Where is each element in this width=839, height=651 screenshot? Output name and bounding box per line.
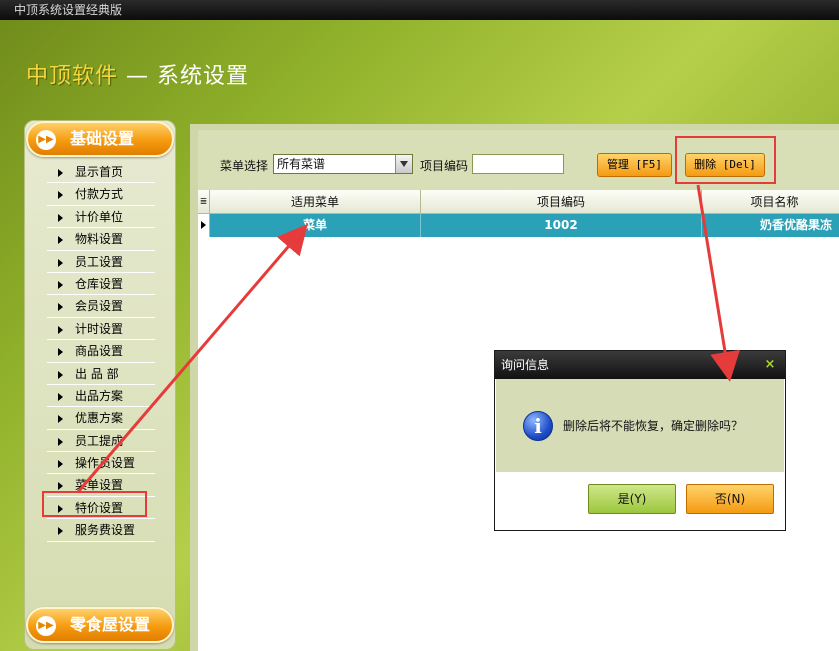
sidebar-menu: 显示首页 付款方式 计价单位 物料设置 员工设置 仓库设置 会员设置 计时设置 …	[47, 161, 155, 542]
manage-button[interactable]: 管理 [F5]	[597, 153, 672, 177]
title-separator: —	[126, 64, 150, 89]
chevron-down-icon[interactable]	[395, 155, 412, 173]
window-title: 中顶系统设置经典版	[14, 3, 123, 17]
sidebar-item-service-fee[interactable]: 服务费设置	[47, 519, 155, 542]
section-snack-label: 零食屋设置	[70, 615, 151, 634]
sidebar-item-label: 出品方案	[75, 388, 124, 403]
sidebar-item-label: 出 品 部	[75, 366, 119, 381]
sidebar-item-staff[interactable]: 员工设置	[47, 251, 155, 273]
close-icon[interactable]: ×	[763, 358, 777, 372]
column-header-name[interactable]: 项目名称	[702, 190, 839, 214]
sidebar-item-products[interactable]: 商品设置	[47, 340, 155, 363]
yes-button[interactable]: 是(Y)	[588, 484, 676, 514]
sidebar-item-units[interactable]: 计价单位	[47, 206, 155, 229]
sidebar-item-output-plan[interactable]: 出品方案	[47, 385, 155, 408]
sidebar-item-output-dept[interactable]: 出 品 部	[47, 363, 155, 385]
sidebar-item-label: 物料设置	[75, 232, 124, 247]
sidebar-item-members[interactable]: 会员设置	[47, 295, 155, 318]
cell-code[interactable]: 1002	[421, 214, 702, 237]
arrow-right-icon	[58, 370, 63, 379]
section-snack-settings[interactable]: ▶▶ 零食屋设置	[26, 607, 174, 643]
double-chevron-icon: ▶▶	[36, 616, 56, 636]
section-basic-label: 基础设置	[70, 129, 135, 148]
double-chevron-icon: ▶▶	[36, 130, 56, 150]
dialog-footer: 是(Y) 否(N)	[496, 472, 784, 529]
sidebar-item-label: 员工提成	[75, 433, 124, 448]
sidebar-item-timing[interactable]: 计时设置	[47, 318, 155, 341]
cell-menu[interactable]: 菜单	[210, 214, 421, 237]
toolbar: 菜单选择 所有菜谱 项目编码 管理 [F5] 删除 [Del]	[198, 130, 839, 190]
arrow-right-icon	[58, 460, 63, 469]
no-button[interactable]: 否(N)	[686, 484, 774, 514]
grid-header: ≣ 适用菜单 项目编码 项目名称	[198, 190, 839, 214]
table-row[interactable]: 菜单 1002 奶香优酪果冻	[198, 214, 839, 237]
row-selector-header[interactable]: ≣	[198, 190, 210, 214]
sidebar-item-label: 员工设置	[75, 254, 124, 269]
arrow-right-icon	[58, 348, 63, 357]
confirm-dialog: 询问信息 × i 删除后将不能恢复，确定删除吗？ 是(Y) 否(N)	[494, 350, 786, 531]
arrow-right-icon	[58, 280, 63, 289]
data-grid: ≣ 适用菜单 项目编码 项目名称 菜单 1002 奶香优酪果冻	[198, 190, 839, 237]
sidebar-item-operators[interactable]: 操作员设置	[47, 452, 155, 475]
arrow-right-icon	[58, 258, 63, 267]
sidebar-item-label: 计价单位	[75, 209, 124, 224]
cell-name[interactable]: 奶香优酪果冻	[702, 214, 839, 237]
sidebar: ▶▶ 基础设置 显示首页 付款方式 计价单位 物料设置 员工设置 仓库设置 会员…	[24, 120, 176, 650]
item-code-input[interactable]	[472, 154, 564, 174]
sidebar-item-label: 服务费设置	[75, 523, 136, 538]
sidebar-item-label: 操作员设置	[75, 456, 136, 471]
window-titlebar: 中顶系统设置经典版	[0, 0, 839, 20]
menu-select[interactable]: 所有菜谱	[273, 154, 413, 174]
arrow-right-icon	[58, 236, 63, 245]
arrow-right-icon	[58, 213, 63, 222]
brand-name: 中顶软件	[26, 64, 119, 89]
sidebar-item-payment[interactable]: 付款方式	[47, 183, 155, 206]
menu-select-value: 所有菜谱	[277, 157, 326, 171]
page-title-text: 系统设置	[157, 64, 250, 89]
sidebar-item-discounts[interactable]: 优惠方案	[47, 407, 155, 430]
column-header-code[interactable]: 项目编码	[421, 190, 702, 214]
arrow-right-icon	[58, 325, 63, 334]
sidebar-item-home[interactable]: 显示首页	[47, 161, 155, 184]
page-title: 中顶软件 — 系统设置	[26, 58, 249, 90]
arrow-right-icon	[58, 392, 63, 401]
section-basic-settings[interactable]: ▶▶ 基础设置	[26, 121, 174, 157]
dialog-titlebar: 询问信息 ×	[495, 351, 785, 379]
column-header-menu[interactable]: 适用菜单	[210, 190, 421, 214]
sidebar-item-label: 优惠方案	[75, 411, 124, 426]
sidebar-item-materials[interactable]: 物料设置	[47, 228, 155, 251]
sidebar-item-label: 显示首页	[75, 165, 124, 179]
item-code-label: 项目编码	[420, 159, 469, 173]
sidebar-item-label: 仓库设置	[75, 276, 124, 291]
row-indicator-icon	[198, 214, 210, 237]
arrow-right-icon	[58, 191, 63, 200]
arrow-right-icon	[58, 415, 63, 424]
sidebar-item-label: 计时设置	[75, 321, 124, 336]
dialog-message: 删除后将不能恢复，确定删除吗？	[563, 419, 744, 433]
annotation-highlight-special-price	[42, 491, 147, 517]
dialog-title: 询问信息	[501, 358, 550, 372]
arrow-right-icon	[58, 303, 63, 312]
sidebar-item-commission[interactable]: 员工提成	[47, 430, 155, 453]
arrow-right-icon	[58, 437, 63, 446]
info-icon: i	[523, 411, 553, 441]
sidebar-item-warehouse[interactable]: 仓库设置	[47, 273, 155, 296]
sidebar-item-label: 付款方式	[75, 187, 124, 202]
arrow-right-icon	[58, 527, 63, 536]
annotation-highlight-delete	[675, 136, 776, 184]
sidebar-item-label: 商品设置	[75, 344, 124, 359]
arrow-right-icon	[58, 169, 63, 177]
menu-select-label: 菜单选择	[220, 159, 269, 173]
arrow-right-icon	[58, 482, 63, 491]
sidebar-item-label: 会员设置	[75, 299, 124, 314]
